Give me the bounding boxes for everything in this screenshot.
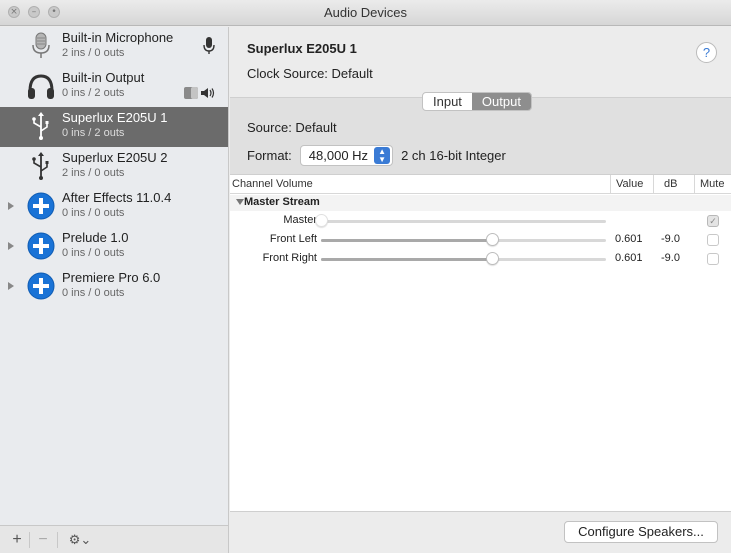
toolbar-divider — [29, 532, 30, 548]
configure-speakers-button[interactable]: Configure Speakers... — [564, 521, 718, 543]
device-name: Superlux E205U 1 — [62, 110, 168, 125]
column-header-value[interactable]: Value — [616, 178, 643, 190]
tab-input[interactable]: Input — [423, 93, 472, 110]
window-title: Audio Devices — [323, 5, 408, 20]
plus-circle-icon — [27, 192, 55, 220]
column-header-channel-volume[interactable]: Channel Volume — [232, 178, 313, 190]
format-description: 2 ch 16-bit Integer — [401, 148, 506, 163]
channel-label: Front Right — [262, 252, 317, 264]
slider-knob[interactable] — [486, 233, 500, 246]
device-list: Built-in Microphone 2 ins / 0 outs Built… — [0, 27, 229, 525]
disclosure-triangle-icon[interactable] — [8, 242, 14, 250]
volume-slider[interactable] — [321, 233, 606, 246]
add-device-button[interactable]: + — [6, 530, 28, 552]
tab-output[interactable]: Output — [471, 93, 531, 110]
device-item-built-in-output[interactable]: Built-in Output 0 ins / 2 outs — [0, 67, 228, 107]
format-label: Format: — [247, 148, 292, 163]
speaker-icon — [201, 88, 215, 98]
title-bar: × – • Audio Devices — [0, 0, 731, 26]
channel-row-master: Master ✓ — [230, 212, 731, 230]
column-divider — [694, 175, 695, 194]
usb-icon — [32, 112, 49, 140]
disclosure-triangle-icon[interactable] — [8, 202, 14, 210]
group-label: Master Stream — [244, 196, 320, 208]
device-item-superlux-e205u-1[interactable]: Superlux E205U 1 0 ins / 2 outs — [0, 107, 228, 147]
column-divider — [653, 175, 654, 194]
input-output-tabs: Input Output — [422, 92, 532, 111]
device-io-count: 2 ins / 0 outs — [62, 47, 125, 59]
chevron-up-down-icon: ▲ ▼ — [374, 147, 391, 164]
plus-circle-icon — [27, 272, 55, 300]
column-header-db[interactable]: dB — [664, 178, 677, 190]
slider-fill — [321, 258, 493, 261]
device-name: After Effects 11.0.4 — [62, 190, 172, 205]
clock-source: Clock Source: Default — [247, 66, 373, 81]
device-name: Built-in Output — [62, 70, 145, 85]
column-header-mute[interactable]: Mute — [700, 178, 724, 190]
plus-circle-icon — [27, 232, 55, 260]
device-name: Prelude 1.0 — [62, 230, 129, 245]
device-name: Premiere Pro 6.0 — [62, 270, 161, 285]
device-io-count: 0 ins / 2 outs — [62, 127, 125, 139]
mute-checkbox[interactable] — [707, 253, 719, 265]
channel-value: 0.601 — [615, 252, 643, 264]
format-row: Format: 48,000 Hz ▲ ▼ 2 ch 16-bit Integer — [247, 145, 506, 166]
volume-slider[interactable] — [321, 252, 606, 265]
gear-menu-button[interactable]: ⚙︎⌄ — [62, 530, 98, 552]
disclosure-triangle-icon — [236, 199, 244, 205]
device-io-count: 0 ins / 0 outs — [62, 287, 125, 299]
finder-face-icon — [184, 87, 198, 99]
column-divider — [610, 175, 611, 194]
channel-row-front-right: Front Right 0.601 -9.0 — [230, 250, 731, 268]
device-name: Superlux E205U 2 — [62, 150, 168, 165]
device-item-built-in-microphone[interactable]: Built-in Microphone 2 ins / 0 outs — [0, 27, 228, 67]
toolbar-divider — [57, 532, 58, 548]
format-value: 48,000 Hz — [308, 148, 369, 163]
slider-knob[interactable] — [486, 252, 500, 265]
usb-icon — [32, 152, 49, 180]
device-io-count: 2 ins / 0 outs — [62, 167, 125, 179]
channel-volume-table: Channel Volume Value dB Mute Master Stre… — [230, 174, 731, 511]
device-name: Built-in Microphone — [62, 30, 174, 45]
device-io-count: 0 ins / 2 outs — [62, 87, 125, 99]
channel-label: Master — [283, 214, 317, 226]
channel-db: -9.0 — [661, 233, 680, 245]
headphones-icon — [28, 74, 54, 99]
mute-checkbox[interactable] — [707, 234, 719, 246]
mute-checkbox[interactable]: ✓ — [707, 215, 719, 227]
device-detail-pane: Superlux E205U 1 Clock Source: Default ?… — [230, 27, 731, 553]
volume-slider[interactable] — [315, 214, 606, 227]
source-label: Source: Default — [247, 120, 337, 135]
device-io-count: 0 ins / 0 outs — [62, 247, 125, 259]
channel-row-front-left: Front Left 0.601 -9.0 — [230, 231, 731, 249]
slider-knob[interactable] — [315, 214, 328, 227]
channel-db: -9.0 — [661, 252, 680, 264]
table-header: Channel Volume Value dB Mute — [230, 175, 731, 194]
device-item-after-effects[interactable]: After Effects 11.0.4 0 ins / 0 outs — [0, 187, 228, 227]
device-list-toolbar: + − ⚙︎⌄ — [0, 525, 229, 553]
channel-label: Front Left — [269, 233, 317, 245]
device-item-superlux-e205u-2[interactable]: Superlux E205U 2 2 ins / 0 outs — [0, 147, 228, 187]
checkmark-icon: ✓ — [709, 216, 717, 226]
remove-device-button[interactable]: − — [32, 530, 54, 552]
slider-fill — [321, 239, 493, 242]
device-title: Superlux E205U 1 — [247, 41, 357, 56]
help-button[interactable]: ? — [696, 42, 717, 63]
disclosure-triangle-icon[interactable] — [8, 282, 14, 290]
format-select[interactable]: 48,000 Hz ▲ ▼ — [299, 145, 394, 166]
default-input-mic-icon — [203, 37, 215, 54]
device-item-prelude[interactable]: Prelude 1.0 0 ins / 0 outs — [0, 227, 228, 267]
master-stream-group[interactable]: Master Stream — [230, 195, 731, 211]
microphone-icon — [32, 32, 50, 58]
channel-value: 0.601 — [615, 233, 643, 245]
footer-bar: Configure Speakers... — [230, 511, 731, 553]
device-item-premiere-pro[interactable]: Premiere Pro 6.0 0 ins / 0 outs — [0, 267, 228, 307]
device-io-count: 0 ins / 0 outs — [62, 207, 125, 219]
